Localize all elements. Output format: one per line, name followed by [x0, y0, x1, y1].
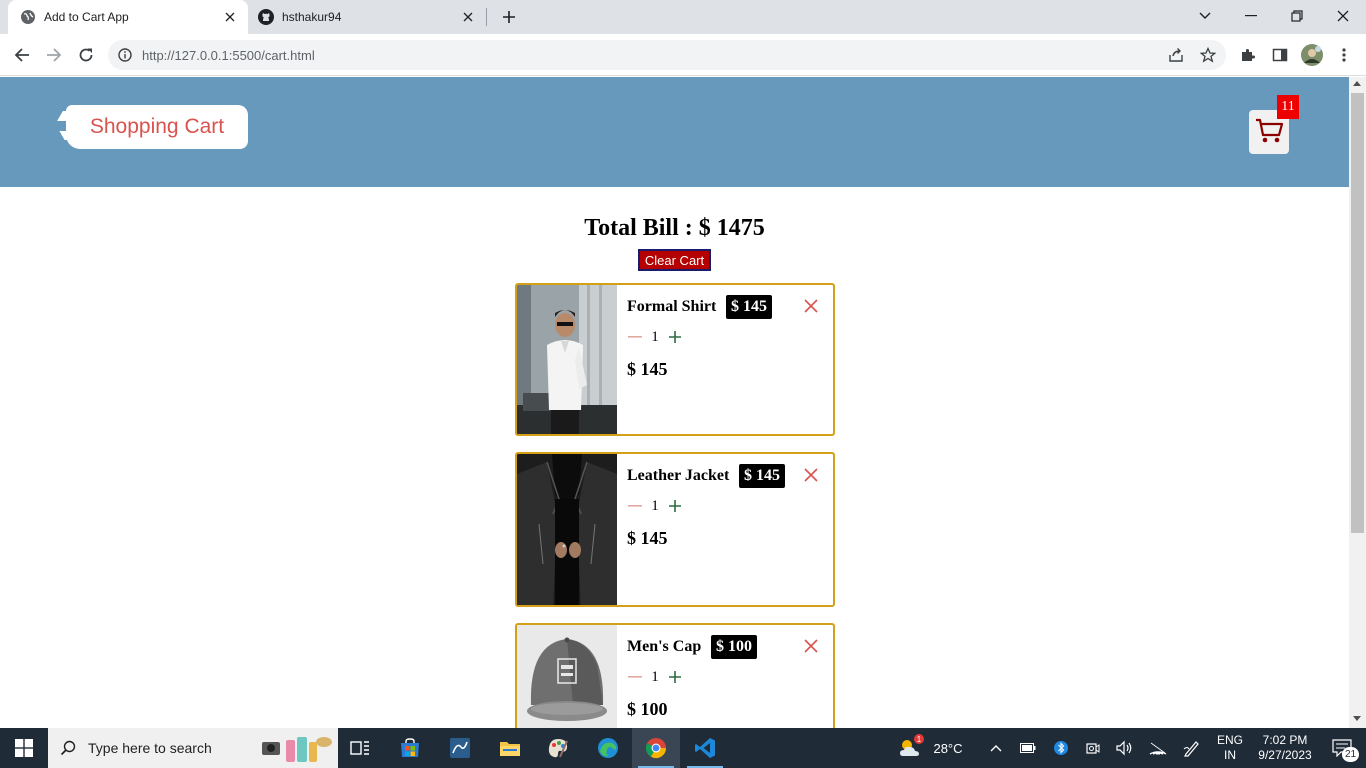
share-icon[interactable]: [1165, 44, 1187, 66]
notification-count-badge: 21: [1342, 747, 1359, 762]
cart-count-badge: 11: [1277, 95, 1299, 119]
file-explorer-icon[interactable]: [486, 728, 534, 768]
close-window-icon[interactable]: [1320, 0, 1366, 32]
browser-tab-strip: Add to Cart App hsthakur94: [0, 0, 1366, 34]
language-code: ENG: [1216, 733, 1243, 747]
minimize-icon[interactable]: [1228, 0, 1274, 32]
site-header: Shopping Cart 11: [0, 77, 1349, 187]
product-name: Formal Shirt: [627, 298, 717, 315]
extensions-puzzle-icon[interactable]: [1235, 42, 1261, 68]
language-indicator[interactable]: ENG IN: [1212, 728, 1248, 768]
pen-workspace-icon[interactable]: [1182, 728, 1202, 768]
restore-icon[interactable]: [1274, 0, 1320, 32]
search-placeholder: Type here to search: [88, 740, 212, 756]
browser-menu-icon[interactable]: [1331, 42, 1357, 68]
brand-logo[interactable]: Shopping Cart: [66, 105, 248, 149]
increase-qty-icon[interactable]: [667, 329, 683, 345]
clock-time: 7:02 PM: [1262, 733, 1308, 747]
clock-date: 9/27/2023: [1258, 748, 1312, 762]
notifications-icon[interactable]: 21: [1322, 728, 1362, 768]
remove-item-icon[interactable]: [803, 638, 819, 654]
tab-title: Add to Cart App: [44, 10, 129, 24]
item-subtotal: $ 145: [627, 528, 668, 548]
chrome-browser-icon[interactable]: [632, 728, 680, 768]
side-panel-icon[interactable]: [1267, 42, 1293, 68]
scrollbar-thumb[interactable]: [1351, 93, 1364, 533]
tab-search-chevron-icon[interactable]: [1182, 0, 1228, 32]
brand-title: Shopping Cart: [89, 115, 225, 138]
scroll-up-arrow-icon[interactable]: [1353, 81, 1361, 86]
system-clock[interactable]: 7:02 PM 9/27/2023: [1250, 728, 1320, 768]
increase-qty-icon[interactable]: [667, 669, 683, 685]
quantity-value: 1: [651, 498, 659, 514]
back-arrow-icon[interactable]: [9, 42, 35, 68]
price-tag: $ 145: [739, 464, 785, 488]
region-code: IN: [1224, 748, 1236, 762]
page-viewport: Shopping Cart 11 Total Bill : $ 1475 Cle…: [0, 77, 1349, 728]
scroll-down-arrow-icon[interactable]: [1353, 716, 1361, 721]
product-image: [517, 285, 617, 434]
weather-alert-badge: 1: [914, 734, 924, 744]
remove-item-icon[interactable]: [803, 298, 819, 314]
increase-qty-icon[interactable]: [667, 498, 683, 514]
close-tab-icon[interactable]: [458, 7, 478, 27]
price-tag: $ 145: [726, 295, 772, 319]
volume-icon[interactable]: [1114, 728, 1134, 768]
mysql-workbench-icon[interactable]: [436, 728, 484, 768]
remove-item-icon[interactable]: [803, 467, 819, 483]
close-tab-icon[interactable]: [220, 7, 240, 27]
wifi-icon[interactable]: [1148, 728, 1168, 768]
windows-start-icon[interactable]: [0, 728, 48, 768]
shopping-cart-icon: [1254, 115, 1284, 150]
product-name: Leather Jacket: [627, 467, 730, 484]
battery-icon[interactable]: [1018, 728, 1038, 768]
cart-item-card: Leather Jacket $ 145 1 $ 145: [515, 452, 835, 607]
forward-arrow-icon[interactable]: [41, 42, 67, 68]
github-icon: [258, 9, 274, 25]
new-tab-icon[interactable]: [498, 6, 520, 28]
decrease-qty-icon[interactable]: [627, 669, 643, 685]
paint-icon[interactable]: [534, 728, 582, 768]
search-highlight-image: [260, 732, 332, 768]
price-tag: $ 100: [711, 635, 757, 659]
product-image: [517, 625, 617, 728]
product-name: Men's Cap: [627, 638, 702, 655]
clear-cart-button[interactable]: Clear Cart: [638, 249, 711, 271]
search-icon: [48, 740, 88, 756]
decrease-qty-icon[interactable]: [627, 498, 643, 514]
windows-taskbar: Type here to search 1 28°C ENG IN 7:02 P…: [0, 728, 1366, 768]
edge-browser-icon[interactable]: [584, 728, 632, 768]
item-subtotal: $ 145: [627, 359, 668, 379]
browser-toolbar: http://127.0.0.1:5500/cart.html: [0, 34, 1366, 76]
globe-icon: [20, 9, 36, 25]
bookmark-star-icon[interactable]: [1197, 44, 1219, 66]
reload-icon[interactable]: [73, 42, 99, 68]
quantity-value: 1: [651, 669, 659, 685]
weather-temperature[interactable]: 28°C: [928, 728, 968, 768]
decrease-qty-icon[interactable]: [627, 329, 643, 345]
tab-divider: [486, 8, 487, 26]
product-image: [517, 454, 617, 605]
camera-usage-icon[interactable]: [1083, 728, 1103, 768]
taskbar-search-box[interactable]: Type here to search: [48, 728, 338, 768]
tab-github[interactable]: hsthakur94: [250, 0, 486, 34]
url-text: http://127.0.0.1:5500/cart.html: [142, 47, 315, 63]
profile-avatar[interactable]: [1299, 42, 1325, 68]
address-bar[interactable]: http://127.0.0.1:5500/cart.html: [108, 40, 1226, 70]
site-info-icon[interactable]: [108, 48, 142, 62]
total-bill: Total Bill : $ 1475: [584, 215, 765, 241]
cart-item-card: Formal Shirt $ 145 1 $ 145: [515, 283, 835, 436]
vscode-icon[interactable]: [681, 728, 729, 768]
task-view-icon[interactable]: [336, 728, 384, 768]
microsoft-store-icon[interactable]: [386, 728, 434, 768]
tab-title: hsthakur94: [282, 10, 342, 24]
quantity-value: 1: [651, 329, 659, 345]
bluetooth-icon[interactable]: [1051, 728, 1071, 768]
chevron-up-icon[interactable]: [986, 728, 1006, 768]
tab-add-to-cart[interactable]: Add to Cart App: [8, 0, 248, 34]
cart-item-card: Men's Cap $ 100 1 $ 100: [515, 623, 835, 728]
item-subtotal: $ 100: [627, 699, 668, 719]
page-scrollbar[interactable]: [1349, 77, 1366, 728]
weather-icon[interactable]: 1: [896, 728, 926, 768]
